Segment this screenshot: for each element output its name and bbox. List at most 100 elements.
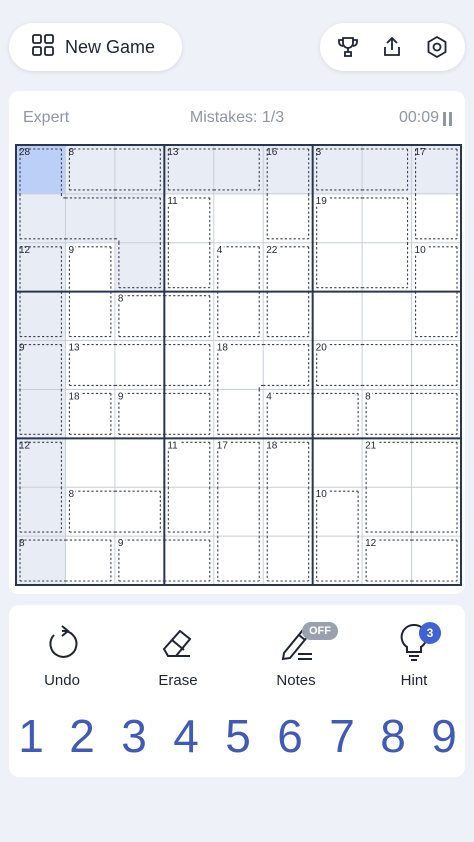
grid-cell[interactable]: [114, 145, 165, 194]
grid-cell[interactable]: [362, 193, 412, 243]
timer: 00:09: [398, 109, 439, 126]
grid-cell[interactable]: [213, 291, 264, 341]
grid-cell[interactable]: [16, 193, 66, 243]
grid-cell[interactable]: [213, 145, 264, 194]
cage-sum: 9: [19, 343, 25, 354]
grid-cell[interactable]: [213, 487, 264, 537]
cage-sum: 21: [365, 440, 377, 451]
pause-icon[interactable]: [443, 112, 453, 126]
cage-sum: 19: [316, 196, 328, 207]
cage-sum: 10: [316, 489, 328, 500]
grid-cell[interactable]: [16, 487, 66, 537]
grid-cell[interactable]: [213, 536, 264, 585]
erase-button[interactable]: Erase: [138, 620, 218, 692]
number-key-6[interactable]: 6: [268, 706, 312, 766]
cage-sum: 8: [365, 391, 371, 402]
new-game-button[interactable]: New Game: [9, 23, 182, 71]
number-pad: 1 2 3 4 5 6 7 8 9: [9, 706, 465, 766]
grid-cell[interactable]: [114, 340, 165, 390]
mistakes-counter: Mistakes: 1/3: [189, 109, 285, 126]
number-key-2[interactable]: 2: [60, 706, 104, 766]
erase-label: Erase: [158, 672, 198, 689]
grid-cell[interactable]: [213, 389, 264, 439]
grid-cell[interactable]: [411, 193, 461, 243]
grid-cell[interactable]: [312, 242, 363, 292]
cage-sum: 11: [167, 440, 178, 451]
grid-cell[interactable]: [164, 487, 214, 537]
number-key-4[interactable]: 4: [164, 706, 208, 766]
grid-cell[interactable]: [65, 193, 115, 243]
grid-cell[interactable]: [16, 389, 66, 439]
number-key-7[interactable]: 7: [320, 706, 364, 766]
grid-cell[interactable]: [312, 438, 363, 488]
grid-cell[interactable]: [312, 536, 363, 585]
number-key-8[interactable]: 8: [371, 706, 415, 766]
grid-cell[interactable]: [213, 193, 264, 243]
hint-button[interactable]: Hint: [374, 620, 454, 692]
grid-cell[interactable]: [114, 487, 165, 537]
cage-sum: 10: [415, 245, 427, 256]
cage-sum: 12: [19, 245, 31, 256]
grid-cell[interactable]: [164, 291, 214, 341]
grid-cell[interactable]: [263, 340, 313, 390]
share-icon[interactable]: [375, 30, 409, 64]
cage-sum: 12: [365, 538, 377, 549]
grid-cell[interactable]: [263, 487, 313, 537]
grid-cell[interactable]: [362, 242, 412, 292]
cage-sum: 8: [19, 538, 25, 549]
top-bar: New Game: [0, 0, 474, 88]
cage-sum: 8: [68, 489, 74, 500]
cage-sum: 13: [167, 147, 179, 158]
grid-cell[interactable]: [114, 242, 165, 292]
grid-cell[interactable]: [16, 291, 66, 341]
cage-sum: 4: [266, 391, 272, 402]
cage-sum: 9: [118, 538, 124, 549]
grid-cell[interactable]: [114, 193, 165, 243]
notes-label: Notes: [276, 672, 316, 689]
grid-cell[interactable]: [263, 291, 313, 341]
grid-cell[interactable]: [411, 536, 461, 585]
grid-cell[interactable]: [411, 438, 461, 488]
grid-cell[interactable]: [164, 536, 214, 585]
grid-cell[interactable]: [362, 145, 412, 194]
settings-icon[interactable]: [420, 30, 454, 64]
trophy-icon[interactable]: [331, 30, 365, 64]
grid-cell[interactable]: [411, 487, 461, 537]
cage-sum: 18: [217, 343, 229, 354]
cage-sum: 12: [19, 440, 31, 451]
number-key-9[interactable]: 9: [422, 706, 466, 766]
cage-sum: 28: [19, 147, 31, 158]
grid-cell[interactable]: [312, 291, 363, 341]
undo-label: Undo: [44, 672, 80, 689]
grid-cell[interactable]: [411, 389, 461, 439]
number-key-5[interactable]: 5: [216, 706, 260, 766]
grid-cell[interactable]: [164, 389, 214, 439]
toolbar-actions: [320, 23, 465, 71]
grid-cell[interactable]: [65, 438, 115, 488]
sudoku-grid[interactable]: 28 8 13 16 3 17 11 19 12 9 4 22 10 8 9 13 18 20 18 9 4 8 12 11 1…: [14, 143, 464, 588]
undo-button[interactable]: Undo: [22, 620, 102, 692]
cage-sum: 22: [266, 245, 278, 256]
number-key-1[interactable]: 1: [9, 706, 53, 766]
grid-cell[interactable]: [65, 291, 115, 341]
cage-sum: 4: [217, 245, 223, 256]
grid-cell[interactable]: [362, 291, 412, 341]
cage-sum: 17: [415, 147, 427, 158]
grid-cell[interactable]: [164, 340, 214, 390]
grid-cell[interactable]: [362, 340, 412, 390]
grid-cell[interactable]: [411, 291, 461, 341]
grid-cell[interactable]: [411, 340, 461, 390]
cage-sum: 18: [68, 391, 80, 402]
grid-cell[interactable]: [114, 438, 165, 488]
new-game-label: New Game: [65, 36, 156, 57]
grid-icon: [31, 33, 55, 62]
grid-cell[interactable]: [263, 536, 313, 585]
number-key-3[interactable]: 3: [112, 706, 156, 766]
grid-cell[interactable]: [263, 193, 313, 243]
status-row: Expert Mistakes: 1/3 00:09: [9, 103, 465, 133]
grid-cell[interactable]: [312, 389, 363, 439]
grid-cell[interactable]: [362, 487, 412, 537]
grid-cell[interactable]: [164, 242, 214, 292]
notes-off-badge[interactable]: OFF: [302, 622, 338, 640]
grid-cell[interactable]: [65, 536, 115, 585]
